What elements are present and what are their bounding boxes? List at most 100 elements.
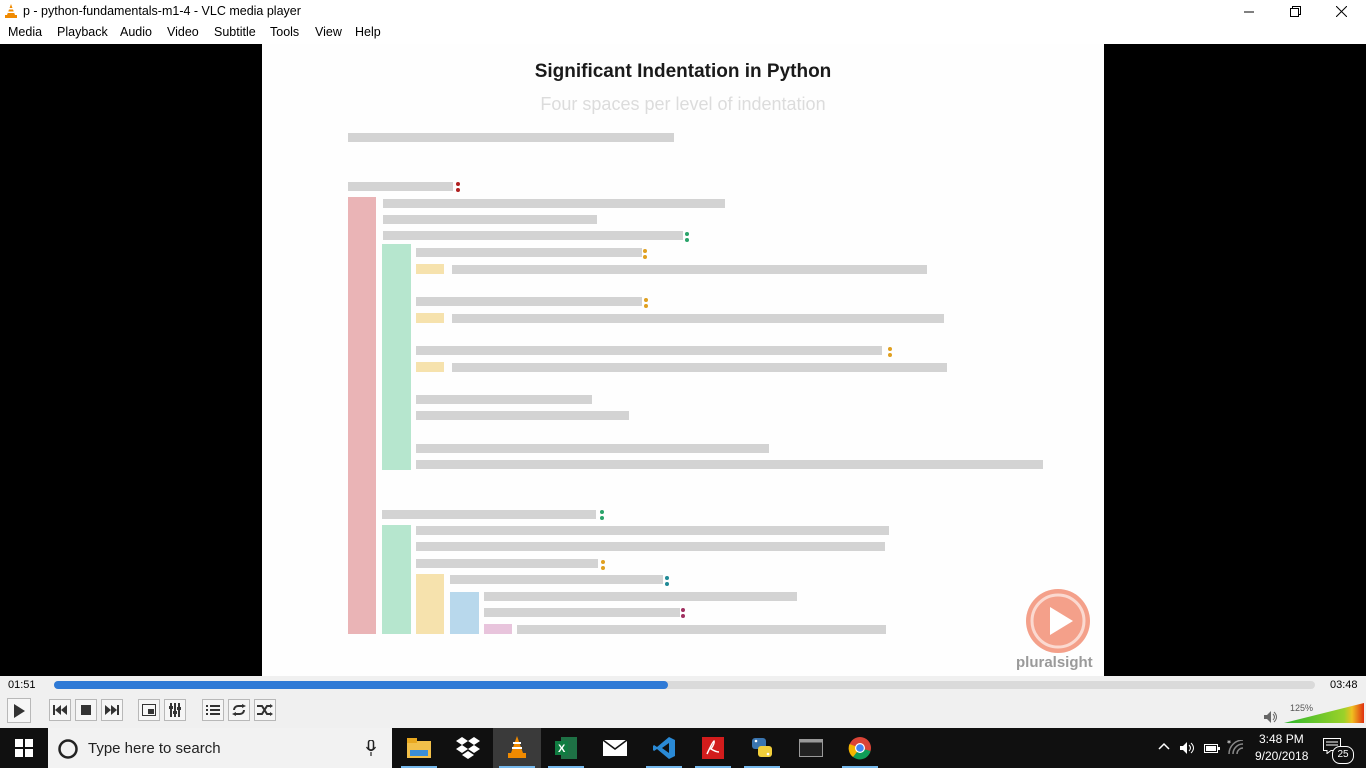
play-icon bbox=[14, 703, 25, 718]
menu-subtitle[interactable]: Subtitle bbox=[214, 25, 256, 39]
video-area[interactable]: Significant Indentation in Python Four s… bbox=[0, 44, 1366, 676]
vlc-icon bbox=[508, 736, 526, 758]
cortana-icon bbox=[58, 739, 78, 759]
next-button[interactable] bbox=[101, 699, 123, 721]
taskbar-app-excel[interactable]: X bbox=[542, 728, 590, 768]
fullscreen-button[interactable] bbox=[138, 699, 160, 721]
shuffle-button[interactable] bbox=[254, 699, 276, 721]
menu-media[interactable]: Media bbox=[8, 25, 42, 39]
code-line bbox=[416, 542, 885, 551]
loop-icon bbox=[232, 704, 246, 716]
close-button[interactable] bbox=[1318, 0, 1364, 23]
previous-icon bbox=[53, 705, 67, 715]
svg-text:X: X bbox=[558, 743, 566, 755]
playlist-button[interactable] bbox=[202, 699, 224, 721]
fullscreen-icon bbox=[142, 704, 156, 716]
action-center-button[interactable]: 25 bbox=[1320, 734, 1354, 764]
taskbar-app-python[interactable] bbox=[738, 728, 786, 768]
colon-marker-icon bbox=[644, 304, 648, 308]
speaker-icon[interactable] bbox=[1264, 711, 1278, 723]
code-line bbox=[416, 395, 592, 404]
code-line bbox=[383, 199, 725, 208]
previous-button[interactable] bbox=[49, 699, 71, 721]
minimize-icon bbox=[1244, 11, 1254, 12]
extended-settings-icon bbox=[169, 703, 181, 717]
shuffle-icon bbox=[257, 704, 273, 716]
code-line bbox=[484, 592, 797, 601]
code-line bbox=[416, 248, 642, 257]
battery-icon[interactable] bbox=[1204, 742, 1220, 754]
play-button[interactable] bbox=[7, 698, 31, 723]
menu-audio[interactable]: Audio bbox=[120, 25, 152, 39]
taskbar-app-file-explorer[interactable] bbox=[395, 728, 443, 768]
colon-marker-icon bbox=[685, 232, 689, 236]
colon-marker-icon bbox=[888, 353, 892, 357]
code-line bbox=[348, 182, 453, 191]
clock-time[interactable]: 3:48 PM bbox=[1259, 732, 1304, 746]
pluralsight-logo-icon bbox=[1026, 589, 1090, 653]
taskbar-app-vlc[interactable] bbox=[493, 728, 541, 768]
loop-button[interactable] bbox=[228, 699, 250, 721]
vlc-cone-icon bbox=[5, 4, 17, 18]
wifi-icon[interactable]: * bbox=[1227, 740, 1245, 756]
menu-playback[interactable]: Playback bbox=[57, 25, 108, 39]
volume-tray-icon[interactable] bbox=[1180, 741, 1196, 755]
taskbar-app-terminal[interactable] bbox=[787, 728, 835, 768]
colon-marker-icon bbox=[681, 608, 685, 612]
extended-settings-button[interactable] bbox=[164, 699, 186, 721]
code-line bbox=[416, 346, 882, 355]
slide-subtitle: Four spaces per level of indentation bbox=[540, 94, 826, 114]
taskbar-app-dropbox[interactable] bbox=[444, 728, 492, 768]
indent-block-level-4 bbox=[450, 592, 479, 634]
maximize-icon bbox=[1289, 6, 1301, 17]
windows-logo-icon bbox=[15, 739, 33, 757]
python-icon bbox=[752, 738, 772, 757]
chrome-icon bbox=[848, 737, 871, 760]
code-line bbox=[452, 363, 947, 372]
microphone-icon[interactable] bbox=[366, 740, 376, 756]
stop-button[interactable] bbox=[75, 699, 97, 721]
taskbar-app-vscode[interactable] bbox=[640, 728, 688, 768]
colon-marker-icon bbox=[888, 347, 892, 351]
show-hidden-icons-icon[interactable] bbox=[1158, 742, 1170, 750]
menu-view[interactable]: View bbox=[315, 25, 342, 39]
colon-marker-icon bbox=[681, 614, 685, 618]
colon-marker-icon bbox=[601, 560, 605, 564]
menu-tools[interactable]: Tools bbox=[270, 25, 299, 39]
code-line bbox=[416, 411, 629, 420]
colon-marker-icon bbox=[643, 249, 647, 253]
code-line bbox=[450, 575, 663, 584]
search-box[interactable]: Type here to search bbox=[48, 728, 392, 768]
file-explorer-icon bbox=[407, 738, 431, 758]
excel-icon: X bbox=[555, 737, 577, 759]
taskbar-app-mail[interactable] bbox=[591, 728, 639, 768]
code-line bbox=[383, 215, 597, 224]
code-line bbox=[416, 444, 769, 453]
minimize-button[interactable] bbox=[1226, 0, 1272, 23]
colon-marker-icon bbox=[665, 576, 669, 580]
start-button[interactable] bbox=[0, 728, 48, 768]
menu-bar: Media Playback Audio Video Subtitle Tool… bbox=[0, 23, 1366, 44]
colon-marker-icon bbox=[456, 188, 460, 192]
indent-block-level-2 bbox=[382, 244, 411, 470]
colon-marker-icon bbox=[685, 238, 689, 242]
menu-video[interactable]: Video bbox=[167, 25, 199, 39]
acrobat-icon bbox=[702, 737, 724, 759]
code-line bbox=[484, 608, 680, 617]
stop-icon bbox=[81, 705, 91, 715]
menu-help[interactable]: Help bbox=[355, 25, 381, 39]
seek-bar[interactable] bbox=[54, 681, 1315, 689]
taskbar: Type here to search X * 3:48 PM 9/20/201… bbox=[0, 728, 1366, 768]
taskbar-app-chrome[interactable] bbox=[836, 728, 884, 768]
maximize-button[interactable] bbox=[1272, 0, 1318, 23]
next-icon bbox=[105, 705, 119, 715]
volume-slider[interactable] bbox=[1284, 703, 1364, 724]
clock-date[interactable]: 9/20/2018 bbox=[1255, 749, 1308, 763]
code-line bbox=[348, 133, 674, 142]
indent-block-level-1 bbox=[348, 197, 376, 634]
taskbar-app-acrobat[interactable] bbox=[689, 728, 737, 768]
close-icon bbox=[1335, 6, 1347, 17]
code-line bbox=[452, 265, 927, 274]
notifications-badge: 25 bbox=[1332, 746, 1354, 764]
code-line bbox=[416, 526, 889, 535]
